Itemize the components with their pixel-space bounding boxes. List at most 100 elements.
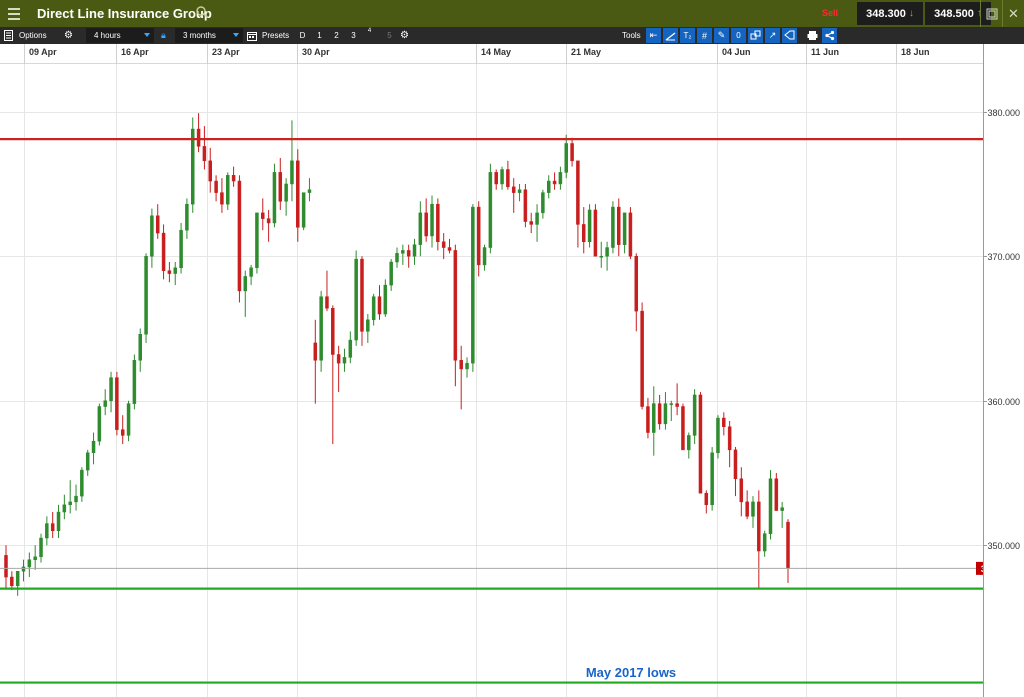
preset-5[interactable]: 5 [382, 28, 397, 43]
search-icon[interactable] [195, 5, 209, 19]
candle-body [605, 247, 609, 257]
pen-icon[interactable]: ✎ [714, 28, 729, 43]
candle-body [325, 296, 329, 309]
candle-body [62, 504, 67, 513]
candle-body [255, 212, 259, 269]
calendar-icon[interactable] [247, 27, 257, 44]
candle-body [395, 253, 399, 263]
candle-body [296, 160, 300, 228]
candle-body [313, 342, 318, 361]
candle-body [74, 495, 78, 503]
candle-body [319, 296, 323, 361]
candle-body [354, 258, 358, 341]
candle-body [646, 406, 650, 433]
grid-icon[interactable]: # [697, 28, 712, 43]
close-icon[interactable]: ✕ [1002, 0, 1024, 27]
candle-body [523, 189, 528, 222]
title-bar: Direct Line Insurance Group Sell 348.300… [0, 0, 1024, 27]
shapes-icon[interactable] [748, 28, 763, 43]
settings-icon[interactable]: ⚙ [400, 27, 409, 44]
candle-body [109, 377, 113, 401]
candle-body [617, 206, 621, 245]
candle-body [780, 507, 784, 511]
candle-body [68, 501, 72, 506]
fib-icon[interactable]: ↗ [765, 28, 780, 43]
candle-body [418, 212, 423, 245]
candle-body [652, 403, 656, 433]
lock-icon[interactable]: 🔒︎ [161, 27, 166, 44]
candle-body [331, 307, 335, 355]
candle-body [173, 267, 177, 274]
menu-icon[interactable] [0, 0, 27, 27]
candle-body [266, 218, 271, 224]
candle-body [599, 255, 604, 258]
candle-body [237, 180, 242, 292]
candle-body [622, 212, 627, 245]
candle-body [424, 212, 428, 237]
restore-icon[interactable] [980, 0, 1002, 27]
preset-1[interactable]: 1 [312, 28, 327, 43]
interval-select[interactable]: 4 hours [86, 28, 154, 43]
candle-body [185, 203, 189, 231]
candle-body [500, 169, 504, 185]
candle-body [27, 559, 32, 568]
preset-d[interactable]: D [295, 28, 310, 43]
date-header [0, 44, 1024, 64]
candle-body [774, 478, 779, 511]
arrow-left-icon[interactable]: ⇤ [646, 28, 661, 43]
candle-body [377, 296, 382, 315]
range-select[interactable]: 3 months [175, 28, 243, 43]
candle-body [453, 250, 458, 361]
options-icon[interactable] [4, 27, 13, 44]
preset-4[interactable]: 4 [362, 28, 377, 43]
candle-body [535, 212, 539, 225]
candle-body [412, 244, 417, 257]
candle-body [762, 533, 767, 552]
chart-toolbar: Options ⚙ 4 hours 🔒︎ 3 months Presets D … [0, 27, 1024, 44]
y-tick-label: 350.000 [987, 541, 1020, 551]
circle-icon[interactable]: 0 [731, 28, 746, 43]
x-tick-label: 11 Jun [811, 47, 839, 57]
y-tick-label: 380.000 [987, 108, 1020, 118]
price-chart[interactable]: 09 Apr 16 Apr 23 Apr 30 Apr 14 May 21 May 04 J… [0, 44, 1024, 697]
grid [0, 64, 983, 697]
candle-body [564, 143, 568, 173]
candle-body [506, 169, 510, 188]
candle-body [85, 452, 90, 471]
candle-body [593, 209, 598, 257]
x-tick-label: 30 Apr [302, 47, 330, 57]
candle-body [529, 221, 533, 225]
print-icon[interactable] [805, 28, 820, 43]
candle-body [220, 192, 224, 205]
candle-body [80, 469, 84, 497]
options-button[interactable]: Options [19, 27, 47, 44]
candle-body [261, 212, 265, 219]
candle-body [39, 537, 43, 558]
candle-body [208, 160, 213, 182]
text-icon[interactable]: T₂ [680, 28, 695, 43]
y-tick-label: 370.000 [987, 252, 1020, 262]
settings-icon[interactable]: ⚙ [64, 27, 73, 44]
candle-body [447, 247, 452, 251]
candle-body [751, 501, 755, 517]
preset-3[interactable]: 3 [346, 28, 361, 43]
candle-body [214, 180, 218, 193]
candle-body [430, 203, 434, 237]
candle-body [202, 146, 207, 162]
candle-body [681, 406, 685, 451]
candle-body [307, 189, 312, 193]
candle-body [704, 492, 709, 506]
chevron-down-icon [144, 33, 150, 37]
candle-body [687, 435, 691, 451]
candle-body [657, 403, 662, 425]
candle-body [243, 276, 248, 292]
line-icon[interactable] [663, 28, 678, 43]
candle-body [10, 576, 14, 586]
candles [4, 113, 790, 596]
preset-2[interactable]: 2 [329, 28, 344, 43]
candlestick-chart[interactable]: 09 Apr 16 Apr 23 Apr 30 Apr 14 May 21 May 04 J… [0, 44, 1024, 697]
chevron-down-icon [233, 33, 239, 37]
share-icon[interactable] [822, 28, 837, 43]
channel-icon[interactable] [782, 28, 797, 43]
sell-price-button[interactable]: 348.300 ↓ [857, 2, 923, 25]
